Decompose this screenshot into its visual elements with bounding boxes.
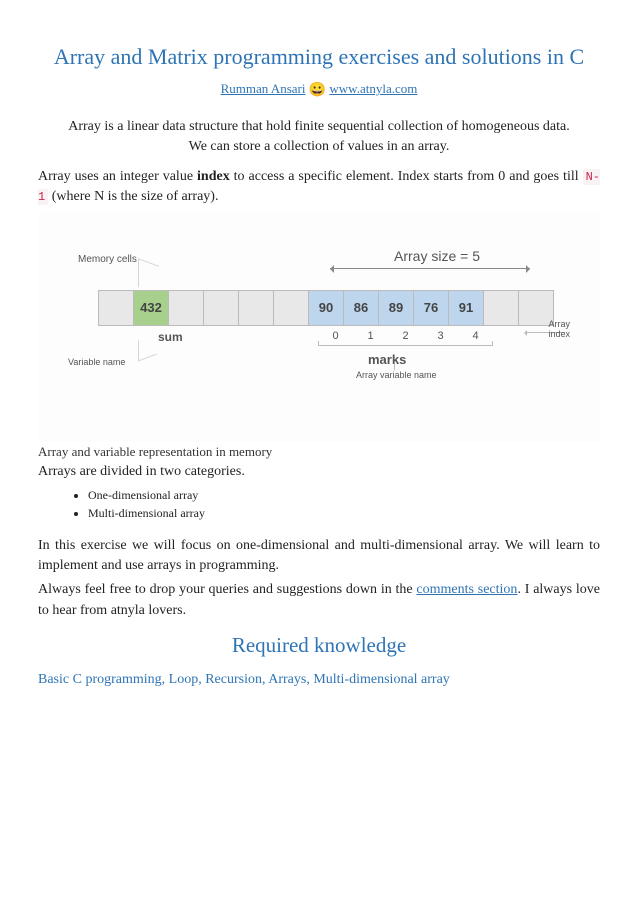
idx: 1 bbox=[353, 330, 388, 342]
array-index-label: Arrayindex bbox=[548, 320, 570, 340]
list-item: One-dimensional array bbox=[88, 486, 600, 504]
cell-empty bbox=[99, 291, 134, 325]
kw-loop[interactable]: Loop bbox=[169, 672, 199, 687]
index-bold: index bbox=[197, 169, 230, 184]
idx: 3 bbox=[423, 330, 458, 342]
list-item: Multi-dimensional array bbox=[88, 504, 600, 522]
cell-empty bbox=[239, 291, 274, 325]
marks-label: marks bbox=[368, 352, 406, 367]
site-link[interactable]: www.atnyla.com bbox=[329, 81, 417, 96]
cell-arr-3: 76 bbox=[414, 291, 449, 325]
sum-label: sum bbox=[158, 330, 183, 344]
t: Array uses an integer value bbox=[38, 169, 197, 184]
t: Always feel free to drop your queries an… bbox=[38, 582, 416, 597]
t: (where N is the size of array). bbox=[48, 189, 218, 204]
brace-line bbox=[318, 345, 493, 346]
cell-arr-4: 91 bbox=[449, 291, 484, 325]
kw-multi[interactable]: Multi-dimensional array bbox=[313, 672, 449, 687]
cell-arr-1: 86 bbox=[344, 291, 379, 325]
array-var-name-label: Array variable name bbox=[356, 370, 437, 380]
cell-empty bbox=[204, 291, 239, 325]
indices-row: 0 1 2 3 4 bbox=[318, 330, 493, 342]
cell-empty bbox=[169, 291, 204, 325]
cell-arr-0: 90 bbox=[309, 291, 344, 325]
author-line: Rumman Ansari 😀 www.atnyla.com bbox=[38, 81, 600, 99]
kw-basic-c[interactable]: Basic C programming bbox=[38, 672, 162, 687]
index-para: Array uses an integer value index to acc… bbox=[38, 167, 600, 208]
array-size-label: Array size = 5 bbox=[394, 248, 480, 264]
required-knowledge-heading: Required knowledge bbox=[38, 633, 600, 658]
kw-recursion[interactable]: Recursion bbox=[205, 672, 262, 687]
t: to access a specific element. Index star… bbox=[230, 169, 583, 184]
page-title: Array and Matrix programming exercises a… bbox=[38, 40, 600, 73]
keywords-line: Basic C programming, Loop, Recursion, Ar… bbox=[38, 672, 600, 688]
pointer-line bbox=[138, 333, 157, 361]
category-list: One-dimensional array Multi-dimensional … bbox=[38, 486, 600, 522]
author-link[interactable]: Rumman Ansari bbox=[221, 81, 306, 96]
arrow-icon bbox=[330, 268, 530, 269]
idx: 0 bbox=[318, 330, 353, 342]
variable-name-label: Variable name bbox=[68, 357, 125, 367]
cell-empty bbox=[484, 291, 519, 325]
idx: 2 bbox=[388, 330, 423, 342]
feedback-para: Always feel free to drop your queries an… bbox=[38, 580, 600, 621]
comments-link[interactable]: comments section bbox=[416, 582, 517, 597]
cell-sum: 432 bbox=[134, 291, 169, 325]
memory-cells-label: Memory cells bbox=[78, 254, 137, 265]
cell-empty bbox=[274, 291, 309, 325]
cell-arr-2: 89 bbox=[379, 291, 414, 325]
array-diagram: Memory cells Array size = 5 432 90 86 89… bbox=[38, 212, 600, 442]
idx: 4 bbox=[458, 330, 493, 342]
kw-arrays[interactable]: Arrays bbox=[268, 672, 306, 687]
memory-row: 432 90 86 89 76 91 bbox=[98, 290, 554, 326]
smile-icon: 😀 bbox=[309, 82, 326, 99]
categories-heading: Arrays are divided in two categories. bbox=[38, 464, 600, 480]
focus-para: In this exercise we will focus on one-di… bbox=[38, 536, 600, 577]
diagram-caption: Array and variable representation in mem… bbox=[38, 444, 600, 460]
intro-text: Array is a linear data structure that ho… bbox=[68, 117, 570, 158]
